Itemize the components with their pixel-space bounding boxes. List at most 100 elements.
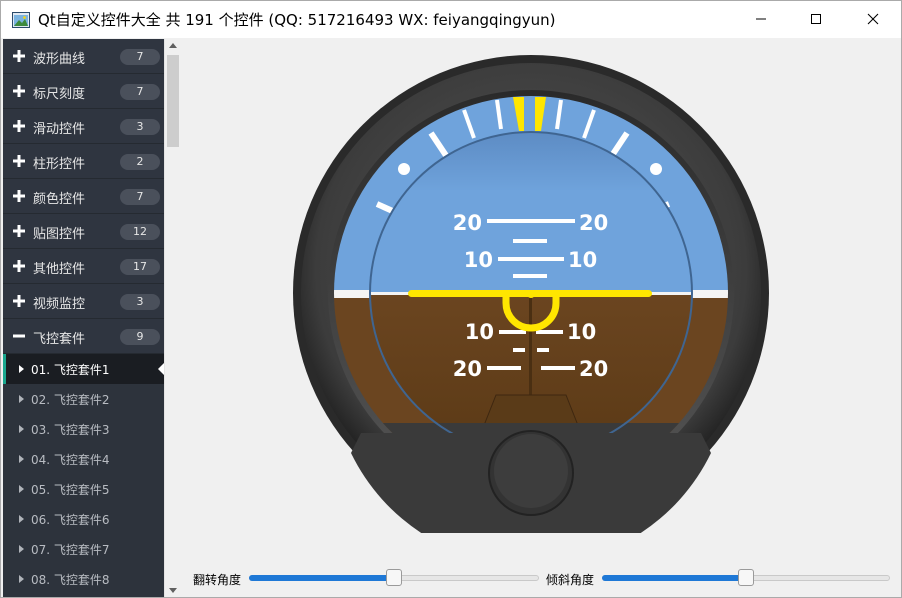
scroll-up-icon[interactable] [169, 43, 177, 48]
category-color[interactable]: 颜色控件 7 [3, 179, 164, 214]
category-label: 视频监控 [33, 297, 86, 312]
item-label: 03. 飞控套件3 [31, 423, 110, 437]
pitch-line-up15 [513, 239, 547, 243]
maximize-icon [811, 14, 821, 24]
list-item-flight-5[interactable]: 05. 飞控套件5 [3, 474, 164, 504]
category-label: 飞控套件 [33, 332, 86, 347]
category-video[interactable]: 视频监控 3 [3, 284, 164, 319]
item-label: 04. 飞控套件4 [31, 453, 110, 467]
item-label: 01. 飞控套件1 [31, 363, 110, 377]
pitch-line-down10-right [536, 330, 563, 334]
caret-right-icon [19, 515, 24, 523]
category-flight[interactable]: 飞控套件 9 [3, 319, 164, 354]
category-label: 其他控件 [33, 262, 86, 277]
list-item-flight-2[interactable]: 02. 飞控套件2 [3, 384, 164, 414]
caret-right-icon [19, 575, 24, 583]
minimize-button[interactable] [738, 1, 784, 37]
pitch-line-up20 [487, 219, 575, 223]
pitch-line-down20-right [541, 366, 575, 370]
list-item-flight-1[interactable]: 01. 飞控套件1 [3, 354, 164, 384]
pitch-angle-label: 倾斜角度 [546, 573, 595, 587]
roll-dot-left [398, 163, 410, 175]
pitch-line-up5 [513, 274, 547, 278]
category-label: 贴图控件 [33, 227, 86, 242]
app-icon [12, 11, 30, 28]
category-other[interactable]: 其他控件 17 [3, 249, 164, 284]
controls-bar: 翻转角度 倾斜角度 [191, 567, 891, 591]
slider-handle[interactable] [386, 569, 402, 586]
count-badge: 7 [120, 84, 160, 100]
list-item-flight-6[interactable]: 06. 飞控套件6 [3, 504, 164, 534]
list-item-flight-8[interactable]: 08. 飞控套件8 [3, 564, 164, 594]
count-badge: 12 [120, 224, 160, 240]
adjust-knob-face [494, 434, 568, 508]
count-badge: 3 [120, 119, 160, 135]
scrollbar-thumb[interactable] [167, 55, 179, 147]
close-button[interactable] [850, 1, 896, 37]
item-label: 08. 飞控套件8 [31, 573, 110, 587]
sidebar-scrollbar[interactable] [164, 39, 181, 597]
caret-right-icon [19, 425, 24, 433]
category-slider[interactable]: 滑动控件 3 [3, 109, 164, 144]
slider-fill [249, 575, 394, 581]
caret-right-icon [19, 545, 24, 553]
category-waveform[interactable]: 波形曲线 7 [3, 39, 164, 74]
roll-angle-slider[interactable] [249, 569, 539, 586]
category-label: 柱形控件 [33, 157, 86, 172]
expand-plus-icon [13, 120, 25, 132]
expand-plus-icon [13, 295, 25, 307]
pitch-line-down10-left [499, 330, 526, 334]
pitch-label-down10-left: 10 [465, 320, 494, 344]
slider-handle[interactable] [738, 569, 754, 586]
count-badge: 7 [120, 189, 160, 205]
maximize-button[interactable] [793, 1, 839, 37]
category-label: 滑动控件 [33, 122, 86, 137]
list-item-flight-4[interactable]: 04. 飞控套件4 [3, 444, 164, 474]
attitude-indicator: 20 20 10 10 10 10 20 20 [293, 55, 769, 533]
app-window: Qt自定义控件大全 共 191 个控件 (QQ: 517216493 WX: f… [0, 0, 902, 598]
category-label: 波形曲线 [33, 52, 86, 67]
item-label: 05. 飞控套件5 [31, 483, 110, 497]
count-badge: 9 [120, 329, 160, 345]
title-bar[interactable]: Qt自定义控件大全 共 191 个控件 (QQ: 517216493 WX: f… [1, 1, 901, 38]
pitch-label-down20-left: 20 [453, 357, 482, 381]
caret-right-icon [19, 485, 24, 493]
expand-plus-icon [13, 225, 25, 237]
category-bar[interactable]: 柱形控件 2 [3, 144, 164, 179]
list-item-flight-7[interactable]: 07. 飞控套件7 [3, 534, 164, 564]
expand-plus-icon [13, 155, 25, 167]
center-post [529, 295, 532, 395]
expand-plus-icon [13, 85, 25, 97]
pitch-label-up10-left: 10 [464, 248, 493, 272]
count-badge: 3 [120, 294, 160, 310]
expand-plus-icon [13, 260, 25, 272]
pitch-line-up10 [498, 257, 564, 261]
pitch-angle-slider[interactable] [602, 569, 890, 586]
pitch-label-down10-right: 10 [567, 320, 596, 344]
caret-right-icon [19, 395, 24, 403]
pitch-label-up10-right: 10 [568, 248, 597, 272]
caret-right-icon [19, 455, 24, 463]
minimize-icon [756, 18, 766, 20]
active-indicator [3, 354, 6, 384]
pitch-line-down15-left [513, 348, 525, 352]
category-ruler[interactable]: 标尺刻度 7 [3, 74, 164, 109]
category-label: 标尺刻度 [33, 87, 86, 102]
window-title: Qt自定义控件大全 共 191 个控件 (QQ: 517216493 WX: f… [38, 11, 556, 29]
category-label: 颜色控件 [33, 192, 86, 207]
expand-plus-icon [13, 50, 25, 62]
close-icon [867, 13, 879, 25]
list-item-flight-3[interactable]: 03. 飞控套件3 [3, 414, 164, 444]
roll-dot-right [650, 163, 662, 175]
pitch-line-down20-left [487, 366, 521, 370]
category-image[interactable]: 贴图控件 12 [3, 214, 164, 249]
pitch-line-down15-right [537, 348, 549, 352]
expand-plus-icon [13, 190, 25, 202]
collapse-minus-icon [13, 334, 25, 338]
caret-right-icon [19, 365, 24, 373]
item-label: 06. 飞控套件6 [31, 513, 110, 527]
pitch-label-up20-left: 20 [453, 211, 482, 235]
pitch-label-up20-right: 20 [579, 211, 608, 235]
scroll-down-icon[interactable] [169, 588, 177, 593]
count-badge: 17 [120, 259, 160, 275]
